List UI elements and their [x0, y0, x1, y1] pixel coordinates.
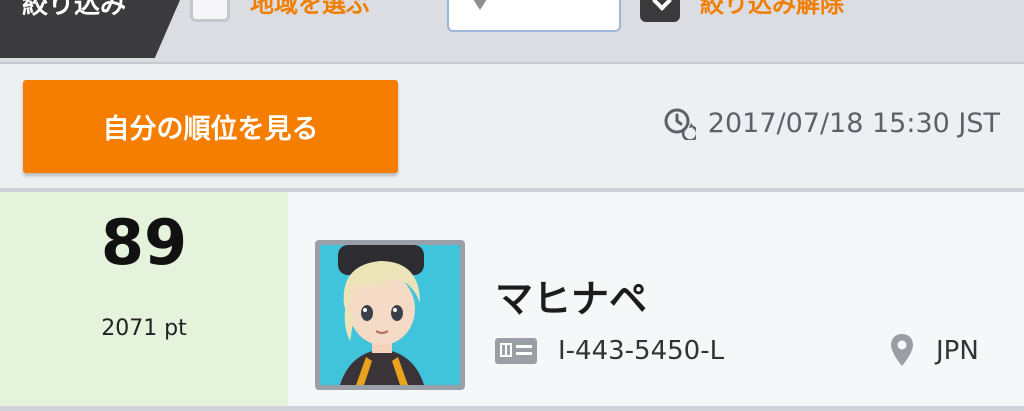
clear-filter-label[interactable]: 絞り込み解除 [700, 0, 844, 19]
timestamp-text: 2017/07/18 15:30 JST [707, 107, 1000, 139]
row-bottom-border [0, 406, 1024, 411]
clear-filter-checkbox[interactable] [640, 0, 680, 22]
rank-points: 2071 pt [101, 316, 187, 341]
id-card-icon [495, 338, 537, 364]
region-checkbox[interactable] [190, 0, 230, 22]
rank-cell: 89 2071 pt [0, 192, 288, 407]
action-row: 自分の順位を見る 2017/07/18 15:30 JST [0, 64, 1024, 188]
player-avatar-image [320, 245, 460, 385]
region-select[interactable] [447, 0, 621, 32]
update-timestamp: 2017/07/18 15:30 JST [662, 106, 1000, 140]
player-name: マヒナペ [495, 277, 648, 321]
location-pin-icon [891, 334, 913, 366]
player-avatar [315, 240, 465, 390]
clock-refresh-icon [664, 108, 696, 140]
ranking-entry-row[interactable]: 89 2071 pt マヒナペ I-443-5450-L JPN [0, 192, 1024, 411]
rank-number: 89 [100, 206, 188, 279]
select-pin-icon [471, 0, 489, 10]
filter-bar: 絞り込み 地域を選ぶ 絞り込み解除 [0, 0, 1024, 64]
player-id: I-443-5450-L [558, 336, 725, 366]
view-my-rank-button[interactable]: 自分の順位を見る [23, 80, 398, 173]
filter-tag-label: 絞り込み [22, 0, 127, 20]
ranking-screen: 絞り込み 地域を選ぶ 絞り込み解除 自分の順位を見る 2017/07/18 15… [0, 0, 1024, 411]
player-country: JPN [936, 336, 979, 366]
region-filter-label[interactable]: 地域を選ぶ [250, 0, 370, 19]
